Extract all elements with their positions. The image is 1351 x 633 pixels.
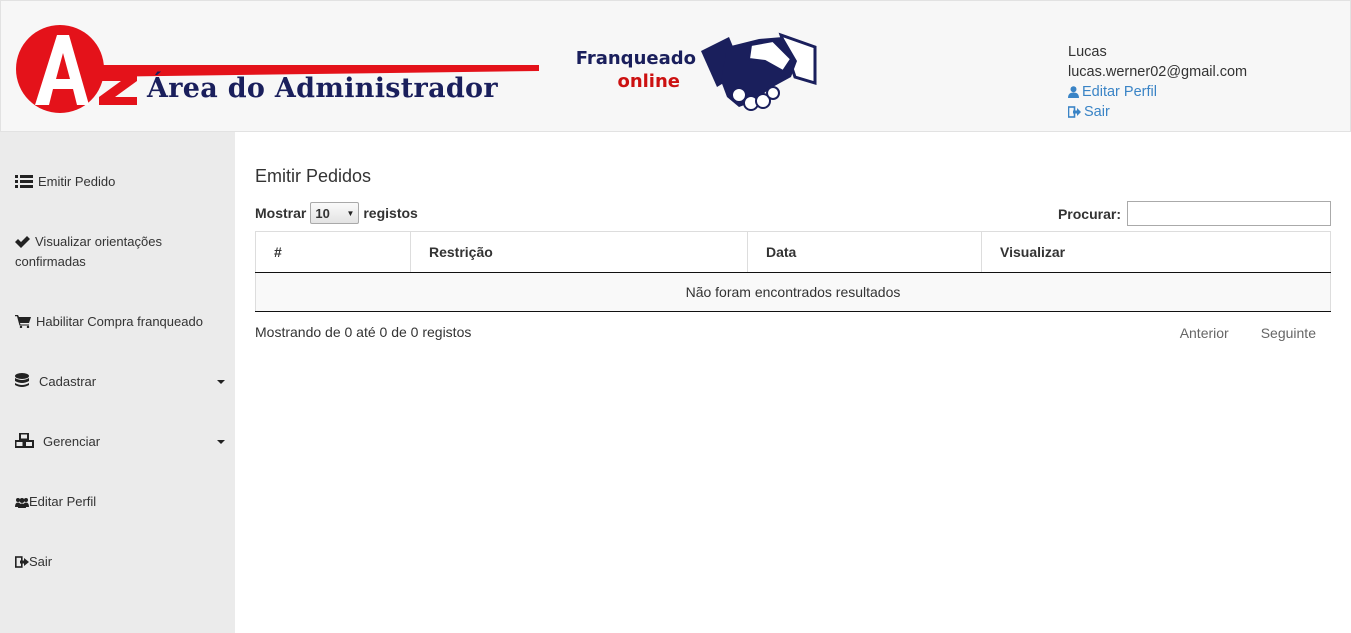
- search-input[interactable]: [1127, 201, 1331, 226]
- list-icon: [15, 175, 33, 188]
- table-row: Não foram encontrados resultados: [255, 272, 1331, 312]
- franqueado-online-logo: Franqueado online: [571, 47, 696, 93]
- column-header-visualizar[interactable]: Visualizar: [981, 231, 1331, 273]
- length-suffix: registos: [363, 205, 418, 221]
- sidebar-item-label: Gerenciar: [43, 434, 101, 449]
- sign-out-icon: [1068, 106, 1081, 118]
- previous-page-button[interactable]: Anterior: [1163, 325, 1244, 341]
- length-prefix: Mostrar: [255, 205, 307, 221]
- column-header-number[interactable]: #: [255, 231, 411, 273]
- franqueado-text: Franqueado: [575, 48, 696, 69]
- handshake-icon: [701, 32, 817, 111]
- sidebar-item-visualizar-orientacoes[interactable]: Visualizar orientações confirmadas: [15, 232, 225, 272]
- users-icon: [15, 498, 29, 508]
- sidebar-item-label: Habilitar Compra franqueado: [36, 314, 203, 329]
- sidebar-item-sair[interactable]: Sair: [15, 552, 225, 572]
- length-menu: Mostrar 10 ▼ registos: [255, 202, 418, 224]
- header: Área do Administrador Franqueado online …: [0, 0, 1351, 132]
- sign-out-icon: [15, 556, 29, 568]
- pagination: Anterior Seguinte: [1163, 325, 1331, 341]
- cart-icon: [15, 315, 31, 328]
- database-icon: [15, 373, 29, 387]
- chevron-down-icon: ▼: [346, 208, 355, 218]
- cubes-icon: [15, 433, 34, 448]
- logout-link[interactable]: Sair: [1068, 102, 1247, 122]
- search-label: Procurar:: [1057, 205, 1121, 222]
- search-box: Procurar:: [1058, 201, 1331, 226]
- orders-table: # Restrição Data Visualizar Não foram en…: [255, 231, 1331, 312]
- sidebar-item-gerenciar[interactable]: Gerenciar: [15, 432, 225, 452]
- user-icon: [1068, 86, 1079, 98]
- online-text: online: [617, 71, 680, 92]
- sidebar: Emitir Pedido Visualizar orientações con…: [0, 132, 235, 633]
- sidebar-item-label: Visualizar orientações confirmadas: [15, 234, 162, 269]
- page-size-select[interactable]: 10 ▼: [310, 202, 360, 224]
- user-email: lucas.werner02@gmail.com: [1068, 64, 1248, 80]
- sidebar-item-cadastrar[interactable]: Cadastrar: [15, 372, 225, 392]
- edit-profile-label: Editar Perfil: [1082, 84, 1157, 100]
- next-page-button[interactable]: Seguinte: [1244, 325, 1331, 341]
- chevron-down-icon: [217, 380, 225, 384]
- sidebar-item-label: Editar Perfil: [29, 494, 97, 509]
- chevron-down-icon: [217, 440, 225, 444]
- logo-title: Área do Administrador: [147, 73, 498, 104]
- user-box: Lucas lucas.werner02@gmail.com Editar Pe…: [1068, 42, 1247, 122]
- sidebar-item-label: Cadastrar: [39, 374, 97, 389]
- sidebar-item-editar-perfil[interactable]: Editar Perfil: [15, 492, 225, 512]
- edit-profile-link[interactable]: Editar Perfil: [1068, 82, 1247, 102]
- empty-table-message: Não foram encontrados resultados: [255, 272, 1331, 312]
- sidebar-item-label: Emitir Pedido: [38, 174, 116, 189]
- table-info: Mostrando de 0 até 0 de 0 registos: [255, 324, 472, 340]
- user-name: Lucas: [1068, 44, 1107, 60]
- sidebar-item-habilitar-compra[interactable]: Habilitar Compra franqueado: [15, 312, 225, 332]
- sidebar-item-emitir-pedido[interactable]: Emitir Pedido: [15, 172, 225, 192]
- page-title: Emitir Pedidos: [255, 166, 372, 186]
- sidebar-item-label: Sair: [29, 554, 53, 569]
- column-header-restricao[interactable]: Restrição: [410, 231, 748, 273]
- page-size-value: 10: [315, 205, 330, 221]
- check-icon: [15, 236, 30, 248]
- table-header-row: # Restrição Data Visualizar: [255, 231, 1331, 273]
- column-header-data[interactable]: Data: [747, 231, 982, 273]
- logout-label: Sair: [1084, 104, 1110, 120]
